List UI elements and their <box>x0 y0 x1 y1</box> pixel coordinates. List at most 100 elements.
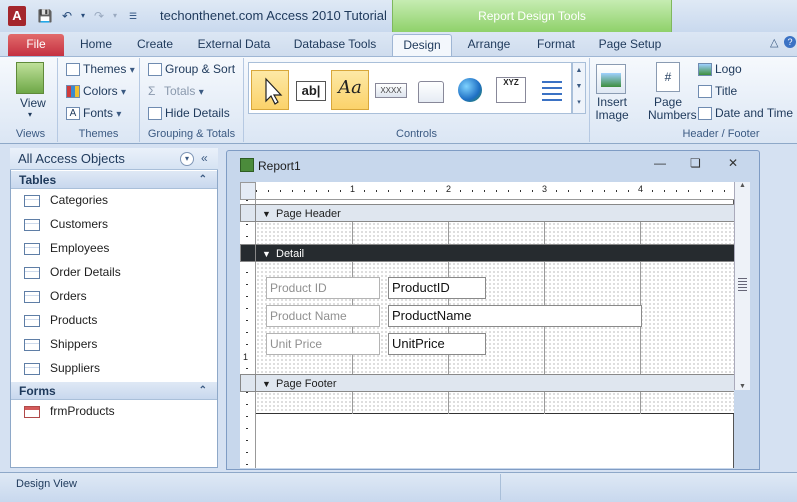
line-control-button[interactable] <box>531 70 569 110</box>
vertical-scrollbar[interactable]: ▲ ▼ <box>734 182 750 390</box>
colors-button[interactable]: Colors ▾ <box>66 84 127 99</box>
hyperlink-control-button[interactable] <box>451 70 489 110</box>
nav-item-orders[interactable]: Orders <box>24 286 87 306</box>
page-footer-selector[interactable] <box>240 374 256 392</box>
access-logo-icon[interactable]: A <box>8 6 26 26</box>
scroll-down-icon[interactable]: ▼ <box>735 383 750 390</box>
contextual-title: Report Design Tools <box>478 9 586 23</box>
nav-item-label: Shippers <box>50 337 98 351</box>
pointer-icon <box>265 77 283 105</box>
grid-line <box>640 222 641 244</box>
tab-format[interactable]: Format <box>528 34 584 56</box>
page-footer-band[interactable]: ▼ Page Footer <box>256 374 734 392</box>
tables-section-header[interactable]: Tables ⌃ <box>11 171 217 189</box>
detail-band[interactable]: ▼ Detail <box>256 244 734 262</box>
nav-item-customers[interactable]: Customers <box>24 214 108 234</box>
nav-item-suppliers[interactable]: Suppliers <box>24 358 100 378</box>
page-header-band[interactable]: ▼ Page Header <box>256 204 734 222</box>
customize-qat-icon[interactable]: ☰ <box>124 8 142 24</box>
insert-image-icon[interactable] <box>596 64 626 94</box>
tab-design[interactable]: Design <box>392 34 452 56</box>
grid-line <box>544 222 545 244</box>
textbox-control-button[interactable]: ab| <box>291 70 329 110</box>
logo-button[interactable]: Logo <box>698 62 742 77</box>
nav-item-frmproducts[interactable]: frmProducts <box>24 401 115 421</box>
nav-pane-title[interactable]: All Access Objects <box>18 151 125 166</box>
group-sort-icon <box>148 63 162 77</box>
collapse-forms-icon[interactable]: ⌃ <box>199 382 207 400</box>
chevron-down-icon: ▾ <box>121 87 127 98</box>
save-icon[interactable]: 💾 <box>36 8 54 24</box>
tab-database-tools[interactable]: Database Tools <box>288 34 382 56</box>
nav-menu-chevron-icon[interactable]: ▾ <box>180 152 194 166</box>
nav-item-products[interactable]: Products <box>24 310 97 330</box>
scroll-thumb-grip[interactable] <box>738 278 747 292</box>
hide-details-button[interactable]: Hide Details <box>148 106 230 121</box>
group-sort-button[interactable]: Group & Sort <box>148 62 236 77</box>
page-numbers-label[interactable]: Page Numbers <box>648 96 697 122</box>
nav-item-label: frmProducts <box>50 404 115 418</box>
table-icon <box>24 338 40 351</box>
calendar-icon <box>698 107 712 121</box>
unit-price-textbox[interactable]: UnitPrice <box>388 333 486 355</box>
horizontal-ruler[interactable]: 1 2 3 4 <box>256 182 734 200</box>
tables-header-label: Tables <box>19 173 57 187</box>
detail-selector[interactable] <box>240 244 256 262</box>
label-control-button[interactable]: Aa <box>331 70 369 110</box>
page-header-selector[interactable] <box>240 204 256 222</box>
vertical-ruler[interactable]: 1 <box>240 200 256 468</box>
gallery-down-icon[interactable]: ▼ <box>573 79 585 95</box>
nav-item-shippers[interactable]: Shippers <box>24 334 97 354</box>
tab-arrange[interactable]: Arrange <box>460 34 518 56</box>
gallery-up-icon[interactable]: ▲ <box>573 63 585 79</box>
redo-dropdown-icon[interactable]: ▾ <box>106 8 124 24</box>
collapse-tables-icon[interactable]: ⌃ <box>199 171 207 189</box>
group-sort-label: Group & Sort <box>165 62 236 76</box>
minimize-icon[interactable]: — <box>654 156 666 170</box>
tab-control-button[interactable] <box>411 70 449 110</box>
nav-item-categories[interactable]: Categories <box>24 190 108 210</box>
product-name-textbox[interactable]: ProductName <box>388 305 642 327</box>
restore-icon[interactable]: ❏ <box>690 156 701 170</box>
chart-control-button[interactable]: XYZ <box>491 70 529 110</box>
title-button[interactable]: Title <box>698 84 737 99</box>
gallery-scroll[interactable]: ▲ ▼ ▾ <box>572 62 586 114</box>
select-pointer-button[interactable] <box>251 70 289 110</box>
nav-item-order-details[interactable]: Order Details <box>24 262 121 282</box>
product-id-textbox[interactable]: ProductID <box>388 277 486 299</box>
chart-icon: XYZ <box>496 77 526 103</box>
scroll-up-icon[interactable]: ▲ <box>735 182 750 189</box>
minimize-ribbon-icon[interactable]: △ <box>770 36 778 49</box>
forms-section-header[interactable]: Forms ⌃ <box>11 382 217 400</box>
nav-item-label: Order Details <box>50 265 121 279</box>
page-header-section[interactable] <box>256 222 734 244</box>
fonts-button[interactable]: A Fonts ▾ <box>66 106 121 121</box>
view-button-label[interactable]: View <box>20 96 46 110</box>
chevron-down-icon: ▾ <box>129 65 135 76</box>
view-dropdown-icon[interactable]: ▾ <box>28 110 32 119</box>
grid-line <box>448 222 449 244</box>
totals-button[interactable]: Σ Totals ▾ <box>148 84 204 98</box>
tab-file[interactable]: File <box>8 34 64 56</box>
page-numbers-icon[interactable]: # <box>656 62 680 92</box>
product-name-label[interactable]: Product Name <box>266 305 380 327</box>
nav-item-employees[interactable]: Employees <box>24 238 109 258</box>
close-icon[interactable]: ✕ <box>728 156 738 170</box>
gallery-more-icon[interactable]: ▾ <box>573 95 585 111</box>
tab-create[interactable]: Create <box>130 34 180 56</box>
themes-button[interactable]: Themes ▾ <box>66 62 135 77</box>
report-icon <box>240 158 254 172</box>
tab-page-setup[interactable]: Page Setup <box>592 34 668 56</box>
view-icon[interactable] <box>16 62 44 94</box>
tab-home[interactable]: Home <box>72 34 120 56</box>
page-footer-section[interactable] <box>256 392 734 414</box>
tab-external-data[interactable]: External Data <box>192 34 276 56</box>
unit-price-label[interactable]: Unit Price <box>266 333 380 355</box>
product-id-label[interactable]: Product ID <box>266 277 380 299</box>
report-selector[interactable] <box>240 182 256 200</box>
date-time-button[interactable]: Date and Time <box>698 106 793 121</box>
help-icon[interactable]: ? <box>784 36 796 48</box>
shutter-bar-close-icon[interactable]: « <box>201 151 208 165</box>
button-control-button[interactable]: XXXX <box>371 70 409 110</box>
insert-image-label[interactable]: Insert Image <box>592 96 632 122</box>
